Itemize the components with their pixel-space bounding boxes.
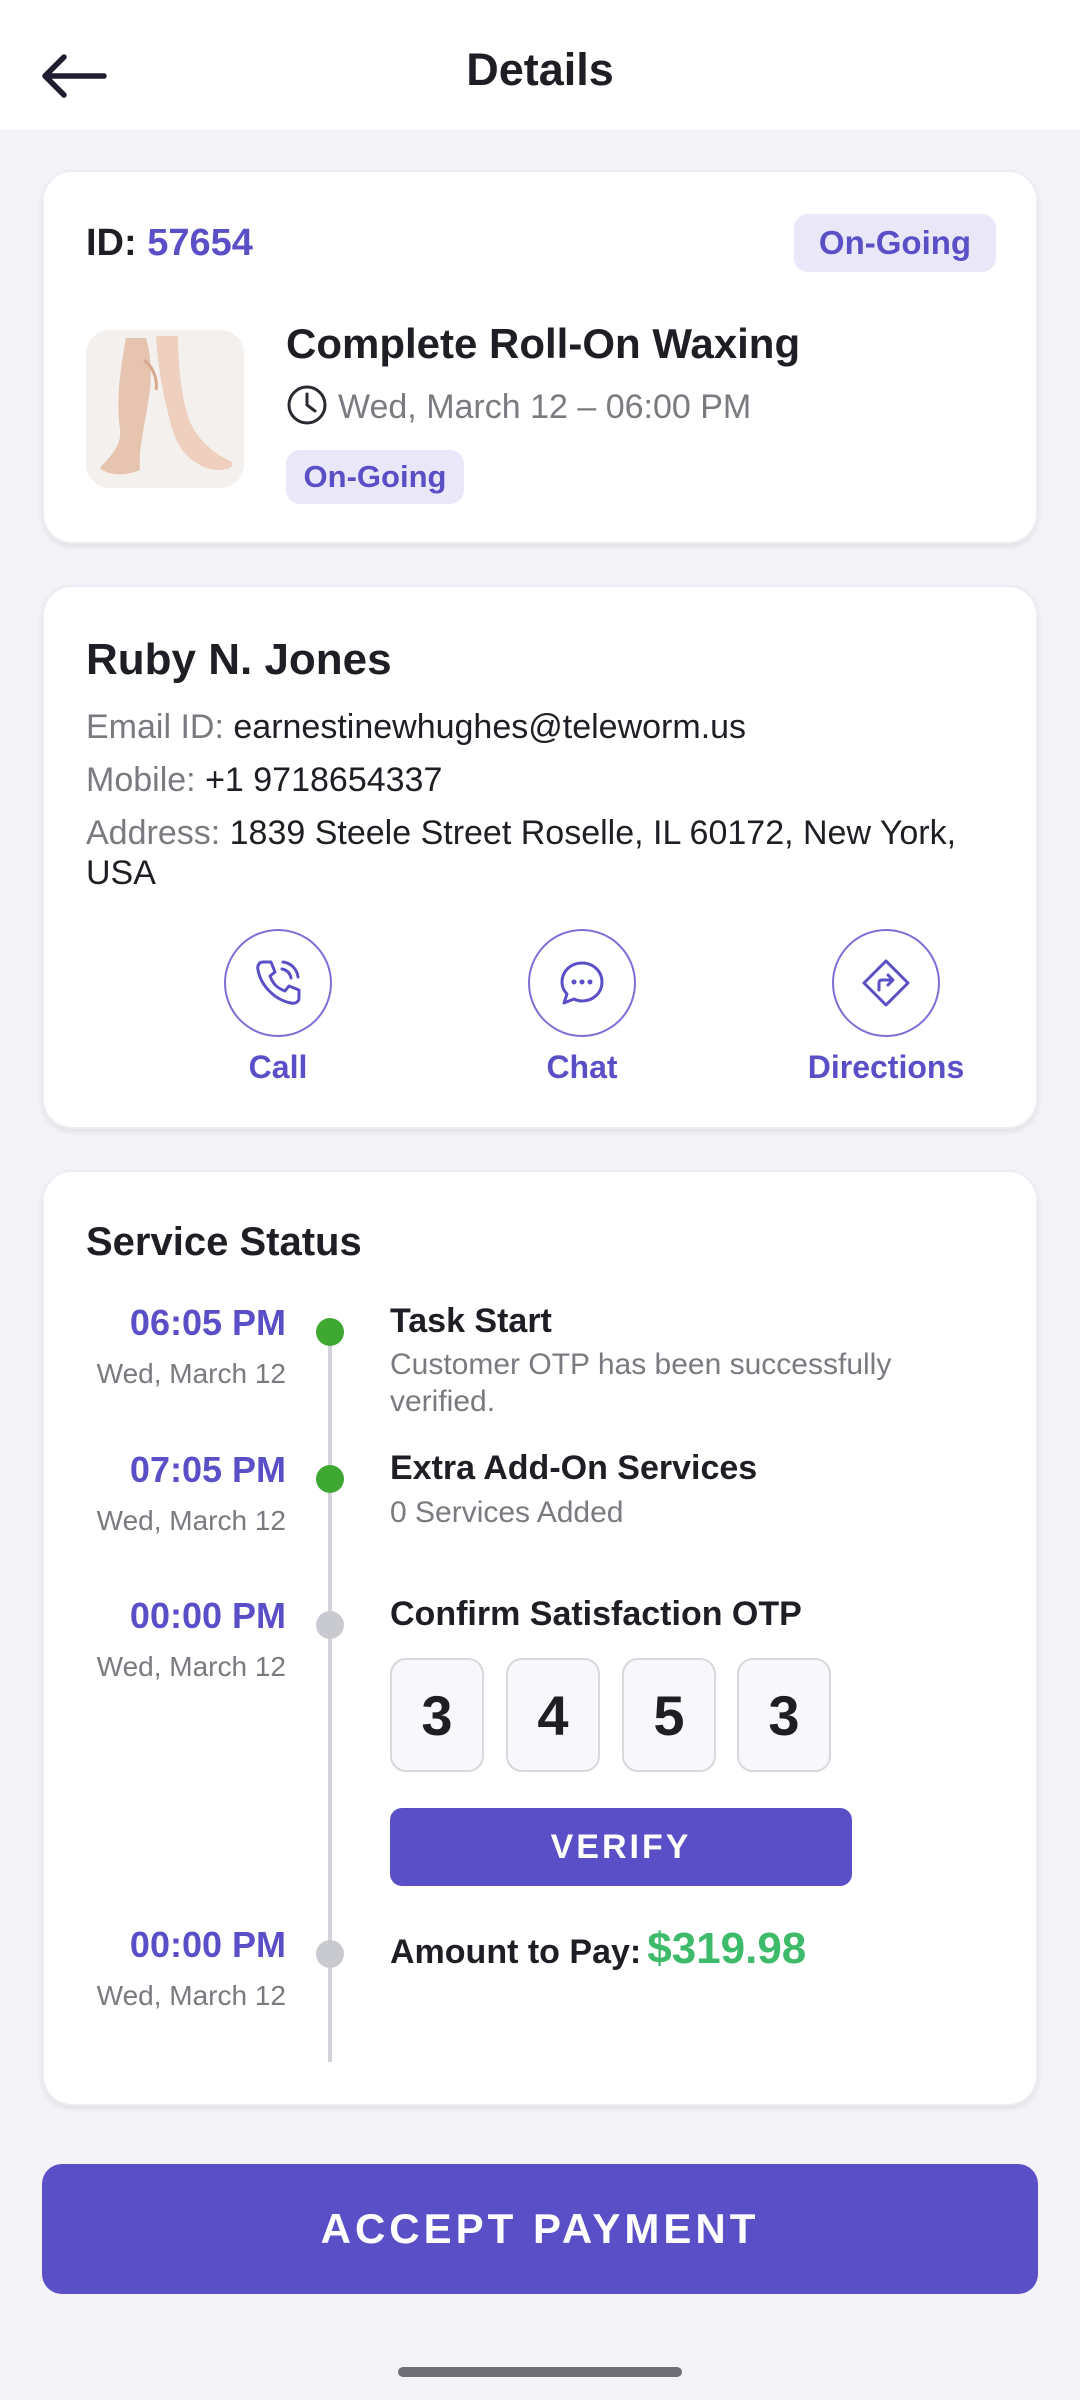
booking-id: ID: 57654 xyxy=(86,222,253,265)
step-title: Task Start xyxy=(390,1302,552,1340)
customer-email: Email ID: earnestinewhughes@teleworm.us xyxy=(86,707,1006,747)
step-subtitle: Customer OTP has been successfully verif… xyxy=(390,1348,892,1418)
step-dot-done xyxy=(316,1465,344,1493)
mobile-label: Mobile: xyxy=(86,761,196,799)
status-badge: On-Going xyxy=(794,214,996,272)
service-name: Complete Roll-On Waxing xyxy=(286,320,801,367)
directions-icon xyxy=(862,959,910,1007)
service-status-badge: On-Going xyxy=(286,450,464,504)
chat-label: Chat xyxy=(546,1049,618,1085)
step-date: Wed, March 12 xyxy=(96,1505,286,1536)
service-status-title: Service Status xyxy=(86,1220,362,1264)
booking-id-value: 57654 xyxy=(147,222,253,264)
service-datetime: Wed, March 12 – 06:00 PM xyxy=(286,384,751,427)
otp-digit-input[interactable]: 3 xyxy=(390,1658,484,1772)
step-dot-pending xyxy=(316,1611,344,1639)
service-datetime-text: Wed, March 12 – 06:00 PM xyxy=(338,388,752,426)
customer-name: Ruby N. Jones xyxy=(86,635,392,684)
service-thumbnail xyxy=(86,330,244,488)
customer-address: Address: 1839 Steele Street Roselle, IL … xyxy=(86,813,1006,893)
accept-payment-button[interactable]: ACCEPT PAYMENT xyxy=(42,2164,1038,2294)
service-status-card: Service Status 06:05 PM Wed, March 12 Ta… xyxy=(42,1170,1038,2106)
step-time: 00:00 PM xyxy=(129,1924,286,1965)
call-label: Call xyxy=(248,1049,308,1085)
amount-to-pay: Amount to Pay: $319.98 xyxy=(390,1924,806,1974)
otp-digit-input[interactable]: 4 xyxy=(506,1658,600,1772)
directions-button[interactable]: Directions xyxy=(786,929,986,1086)
step-dot-done xyxy=(316,1318,344,1346)
call-button[interactable]: Call xyxy=(178,929,378,1086)
step-date: Wed, March 12 xyxy=(96,1358,286,1389)
phone-icon xyxy=(256,960,301,1005)
otp-digit-input[interactable]: 5 xyxy=(622,1658,716,1772)
customer-card: Ruby N. Jones Email ID: earnestinewhughe… xyxy=(42,585,1038,1129)
booking-id-label: ID: xyxy=(86,222,137,264)
step-subtitle: 0 Services Added xyxy=(390,1496,624,1529)
directions-label: Directions xyxy=(807,1049,965,1085)
step-title: Confirm Satisfaction OTP xyxy=(390,1595,802,1633)
step-title: Extra Add-On Services xyxy=(390,1449,758,1487)
chat-icon xyxy=(560,961,604,1005)
email-label: Email ID: xyxy=(86,708,224,746)
address-label: Address: xyxy=(86,814,221,852)
step-time: 06:05 PM xyxy=(129,1302,286,1343)
step-time: 00:00 PM xyxy=(129,1595,286,1636)
verify-button[interactable]: VERIFY xyxy=(390,1808,852,1886)
home-indicator[interactable] xyxy=(398,2367,682,2377)
email-value: earnestinewhughes@teleworm.us xyxy=(233,708,747,746)
step-date: Wed, March 12 xyxy=(96,1651,286,1682)
step-dot-pending xyxy=(316,1940,344,1968)
booking-card[interactable]: ID: 57654 On-Going Complete Roll-On Waxi… xyxy=(42,170,1038,544)
customer-mobile: Mobile: +1 9718654337 xyxy=(86,760,1006,800)
chat-button[interactable]: Chat xyxy=(482,929,682,1086)
app-header: Details xyxy=(0,0,1080,130)
amount-value: $319.98 xyxy=(647,1924,807,1973)
step-date: Wed, March 12 xyxy=(96,1980,286,2011)
clock-icon xyxy=(287,385,327,425)
mobile-value: +1 9718654337 xyxy=(205,761,443,799)
amount-label: Amount to Pay: xyxy=(390,1933,642,1971)
otp-digit-input[interactable]: 3 xyxy=(737,1658,831,1772)
page-title: Details xyxy=(466,44,614,95)
step-time: 07:05 PM xyxy=(129,1449,286,1490)
